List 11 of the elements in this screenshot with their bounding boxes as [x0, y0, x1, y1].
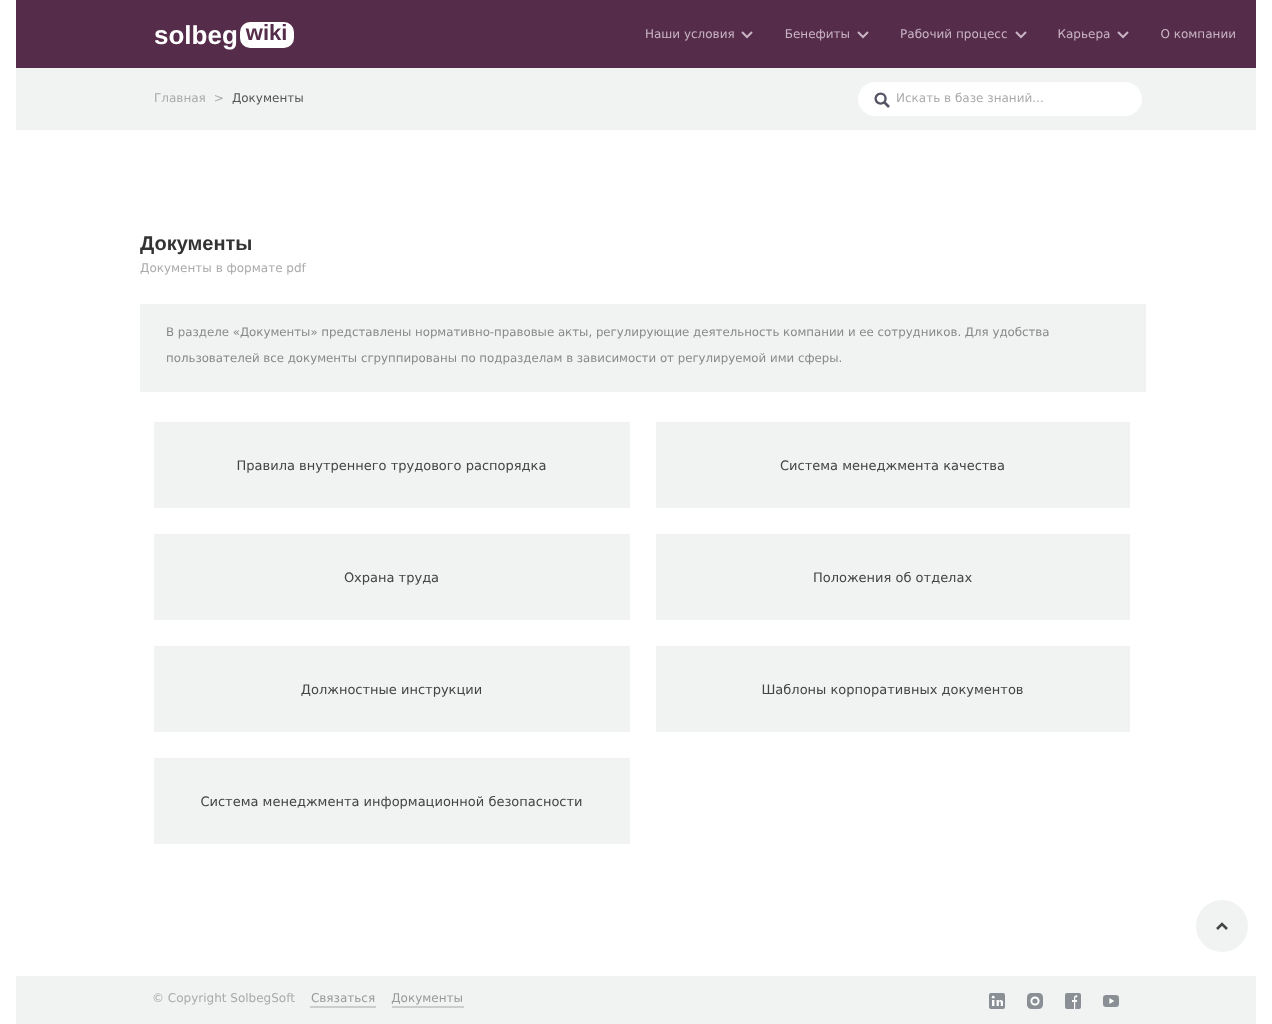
instagram-icon[interactable]	[1026, 991, 1044, 1009]
chevron-down-icon[interactable]	[1013, 29, 1028, 39]
chevron-down-icon[interactable]	[1116, 29, 1131, 39]
linkedin-icon[interactable]	[988, 991, 1006, 1009]
video-icon[interactable]	[1102, 991, 1120, 1009]
logo-badge[interactable]: wiki	[239, 21, 294, 47]
page-title: Документы	[140, 234, 255, 256]
chevron-down-icon[interactable]	[740, 29, 755, 39]
chevron-down-icon[interactable]	[856, 29, 871, 39]
logo-text[interactable]: solbeg	[154, 19, 238, 49]
facebook-icon[interactable]	[1064, 991, 1082, 1009]
